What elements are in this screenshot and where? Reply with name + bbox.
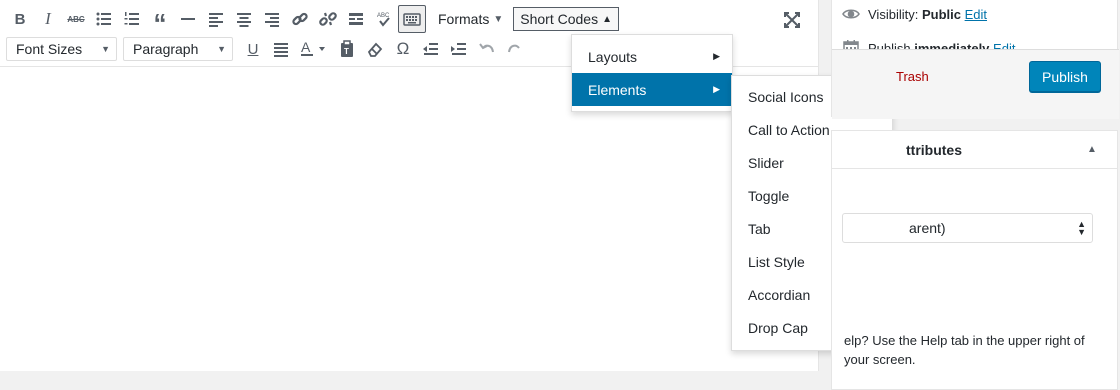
formats-dropdown[interactable]: Formats ▼ xyxy=(434,6,507,32)
panel-title: ttributes xyxy=(906,142,962,158)
menu-item-label: List Style xyxy=(748,253,805,270)
read-more-button[interactable] xyxy=(342,5,370,33)
menu-item-label: Layouts xyxy=(588,48,638,65)
paste-as-text-button[interactable]: T xyxy=(333,35,361,63)
justify-button[interactable] xyxy=(267,35,295,63)
publish-panel: Visibility: Public Edit Publish immediat… xyxy=(831,0,1119,119)
link-icon xyxy=(292,12,308,26)
clipboard-icon: T xyxy=(341,40,353,57)
bold-button[interactable]: B xyxy=(6,5,34,33)
menu-item-label: Elements xyxy=(588,81,647,98)
menu-item-label: Accordian xyxy=(748,286,811,303)
strikethrough-button[interactable]: ABC xyxy=(62,5,90,33)
chevron-right-icon: ▶ xyxy=(713,84,720,94)
unlink-icon xyxy=(319,12,337,26)
select-arrows-icon: ▲ ▼ xyxy=(1077,219,1086,237)
redo-button[interactable] xyxy=(501,35,529,63)
read-more-icon xyxy=(349,13,363,25)
blockquote-button[interactable]: “ xyxy=(146,5,174,36)
insert-link-button[interactable] xyxy=(286,5,314,33)
clear-formatting-button[interactable] xyxy=(361,35,389,63)
page-attributes-panel: ttributes ▲ arent) ▲ ▼ elp? Use the Help … xyxy=(831,130,1118,390)
parent-select-value: arent) xyxy=(909,220,946,236)
collapse-toggle-icon[interactable]: ▲ xyxy=(1087,144,1097,155)
numbered-list-button[interactable] xyxy=(118,5,146,33)
align-left-icon xyxy=(209,13,223,27)
menu-item-label: Tab xyxy=(748,220,771,237)
shortcodes-label: Short Codes xyxy=(520,11,599,27)
underline-button[interactable]: U xyxy=(239,35,267,63)
move-to-trash-link[interactable]: Trash xyxy=(896,69,929,84)
outdent-icon xyxy=(423,43,438,55)
bulleted-list-button[interactable] xyxy=(90,5,118,33)
keyboard-icon xyxy=(403,13,421,26)
visibility-value: Public xyxy=(921,6,961,22)
undo-icon xyxy=(479,43,494,53)
shortcodes-dropdown[interactable]: Short Codes ▲ xyxy=(513,7,619,31)
fullscreen-icon xyxy=(784,12,800,28)
chevron-right-icon: ▶ xyxy=(713,51,720,61)
help-text: elp? Use the Help tab in the upper right… xyxy=(844,333,1085,367)
text-color-button[interactable]: A xyxy=(295,35,333,63)
caret-down-icon: ▼ xyxy=(217,44,226,54)
caret-down-icon: ▼ xyxy=(493,13,504,25)
horizontal-line-icon xyxy=(181,18,195,20)
italic-button[interactable]: I xyxy=(34,5,62,33)
caret-up-icon: ▲ xyxy=(602,13,612,25)
bulleted-list-icon xyxy=(96,12,111,26)
align-left-button[interactable] xyxy=(202,5,230,33)
horizontal-line-button[interactable] xyxy=(174,5,202,33)
menu-item-label: Drop Cap xyxy=(748,319,808,336)
fullscreen-button[interactable] xyxy=(778,6,806,34)
publish-button[interactable]: Publish xyxy=(1029,61,1101,92)
spellcheck-icon: ABC xyxy=(377,13,390,27)
align-right-button[interactable] xyxy=(258,5,286,33)
font-sizes-select[interactable]: Font Sizes ▼ xyxy=(6,37,117,61)
align-right-icon xyxy=(265,13,279,27)
eye-icon xyxy=(842,9,860,19)
align-center-button[interactable] xyxy=(230,5,258,33)
menu-item-label: Call to Action xyxy=(748,121,830,138)
font-sizes-label: Font Sizes xyxy=(16,41,83,57)
sidebar: Visibility: Public Edit Publish immediat… xyxy=(831,0,1120,390)
menu-item-label: Toggle xyxy=(748,187,790,204)
visibility-row: Visibility: Public Edit xyxy=(842,5,987,23)
menu-item-layouts[interactable]: Layouts ▶ xyxy=(572,40,732,73)
redo-icon xyxy=(508,44,520,53)
shortcodes-menu: Layouts ▶ Elements ▶ xyxy=(571,34,733,112)
indent-icon xyxy=(451,43,466,55)
menu-item-label: Social Icons xyxy=(748,88,824,105)
special-character-button[interactable]: Ω xyxy=(389,35,417,63)
svg-text:A: A xyxy=(301,40,311,55)
spellcheck-button[interactable]: ABC xyxy=(370,5,398,33)
align-center-icon xyxy=(237,13,251,27)
visibility-label: Visibility: xyxy=(868,6,919,22)
outdent-button[interactable] xyxy=(417,35,445,63)
publish-actions: Trash Publish xyxy=(832,49,1119,119)
formats-label: Formats xyxy=(438,11,490,27)
justify-icon xyxy=(274,43,288,57)
toolbar-row-1: B I ABC “ ABC Formats ▼ Short Codes ▲ xyxy=(6,4,619,36)
toolbar-toggle-button[interactable] xyxy=(398,5,426,33)
remove-link-button[interactable] xyxy=(314,5,342,33)
svg-text:T: T xyxy=(344,47,349,56)
eraser-icon xyxy=(367,42,383,57)
numbered-list-icon xyxy=(124,12,139,25)
parent-select[interactable]: arent) ▲ ▼ xyxy=(842,213,1093,243)
visibility-edit-link[interactable]: Edit xyxy=(965,7,987,22)
menu-item-label: Slider xyxy=(748,154,784,171)
panel-divider xyxy=(832,168,1117,169)
indent-button[interactable] xyxy=(445,35,473,63)
paragraph-label: Paragraph xyxy=(133,41,199,57)
toolbar-row-2: Font Sizes ▼ Paragraph ▼ U A T Ω xyxy=(6,34,529,64)
menu-item-elements[interactable]: Elements ▶ xyxy=(572,73,732,106)
undo-button[interactable] xyxy=(473,35,501,63)
text-color-icon: A xyxy=(301,40,325,56)
caret-down-icon: ▼ xyxy=(101,44,110,54)
paragraph-select[interactable]: Paragraph ▼ xyxy=(123,37,233,61)
